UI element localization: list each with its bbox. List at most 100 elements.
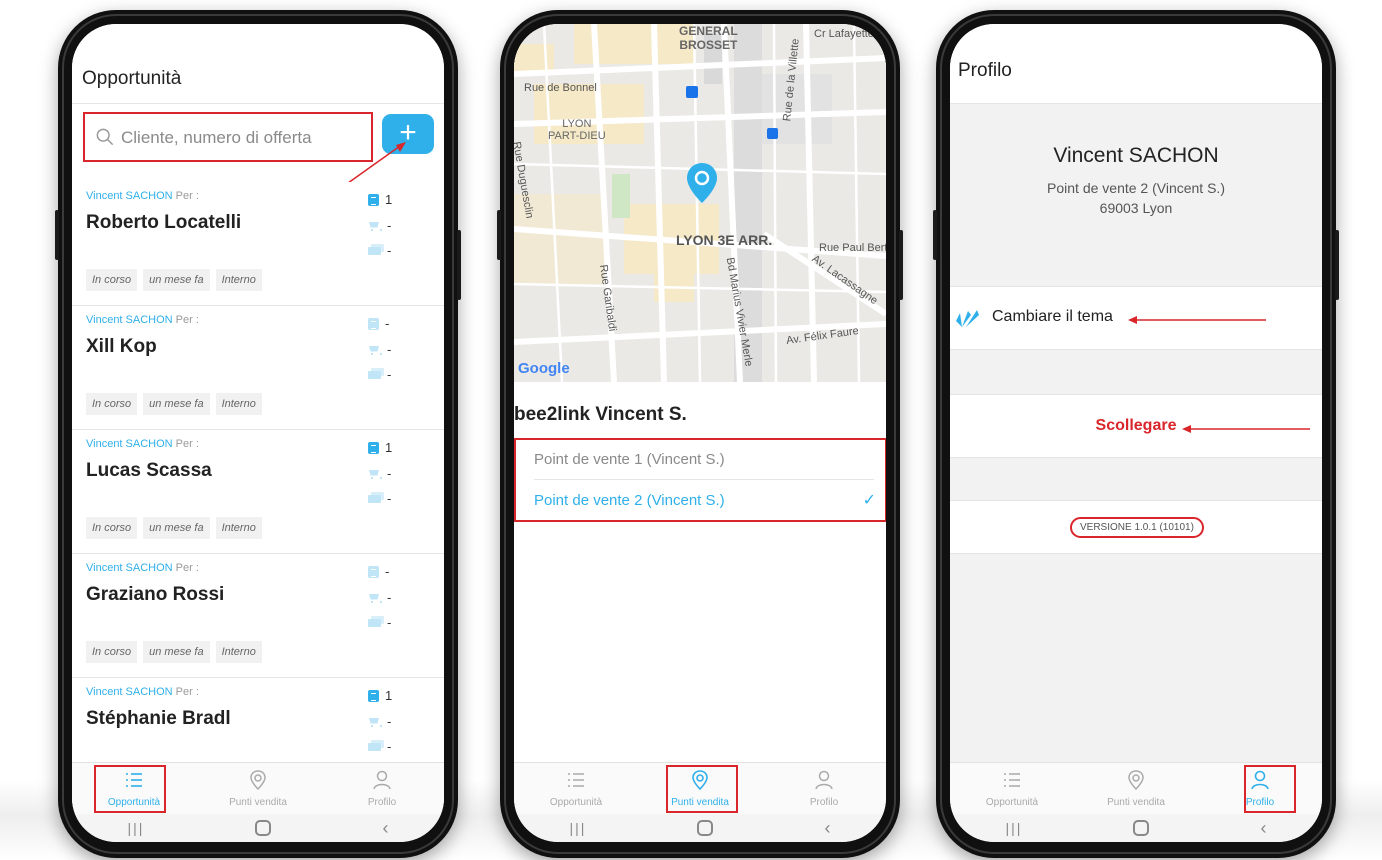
recent-apps-icon[interactable]: ||| bbox=[128, 820, 145, 836]
phone-profile: Profilo Vincent SACHON Point de vente 2 … bbox=[933, 10, 1339, 858]
offer-icon bbox=[368, 689, 379, 702]
offers-count: 1 bbox=[368, 688, 392, 703]
highlight-box bbox=[1244, 765, 1296, 813]
type-tag: Interno bbox=[215, 517, 262, 539]
map-label: Cr Lafayette bbox=[814, 28, 874, 40]
search-box[interactable] bbox=[83, 112, 373, 162]
point-of-sale-item[interactable]: Point de vente 1 (Vincent S.) bbox=[534, 440, 874, 480]
cart-icon bbox=[368, 717, 382, 727]
orders-count: - bbox=[368, 218, 391, 233]
location-pin-icon[interactable] bbox=[685, 162, 719, 204]
page-title: Profilo bbox=[958, 60, 1012, 81]
location-icon bbox=[1128, 770, 1144, 791]
system-navbar: ||| ‹ bbox=[950, 814, 1322, 842]
opportunity-item[interactable]: Vincent SACHON Per : Graziano Rossi - - … bbox=[72, 554, 444, 678]
nav-opportunities[interactable]: Opportunità bbox=[514, 763, 638, 814]
list-icon bbox=[1004, 773, 1020, 787]
point-of-sale-item-selected[interactable]: Point de vente 2 (Vincent S.) ✓ bbox=[534, 481, 876, 521]
volume-button bbox=[933, 210, 937, 260]
store-name: bee2link Vincent S. bbox=[514, 404, 687, 425]
orders-count: - bbox=[368, 466, 391, 481]
theme-icon bbox=[956, 310, 979, 327]
offers-count: - bbox=[368, 564, 389, 579]
date-tag: un mese fa bbox=[143, 393, 210, 415]
nav-label: Opportunità bbox=[985, 797, 1039, 808]
home-icon[interactable] bbox=[1133, 820, 1150, 836]
version-badge: VERSIONE 1.0.1 (10101) bbox=[1070, 517, 1204, 538]
cart-icon bbox=[368, 593, 382, 603]
power-button bbox=[457, 230, 461, 300]
stack-icon bbox=[368, 618, 381, 627]
orders-count: - bbox=[368, 714, 391, 729]
power-button bbox=[899, 230, 903, 300]
annotation-arrow bbox=[1128, 316, 1266, 324]
user-name: Vincent SACHON bbox=[1053, 144, 1219, 167]
opportunity-name: Xill Kop bbox=[86, 336, 157, 357]
user-icon bbox=[815, 770, 833, 790]
change-theme-row[interactable]: Cambiare il tema bbox=[950, 286, 1322, 350]
nav-stores[interactable]: Punti vendita bbox=[196, 763, 320, 814]
cart-icon bbox=[368, 345, 382, 355]
status-tag: In corso bbox=[86, 517, 138, 539]
orders-count: - bbox=[368, 590, 391, 605]
volume-button bbox=[497, 210, 501, 260]
nav-profile[interactable]: Profilo bbox=[762, 763, 886, 814]
other-count: - bbox=[368, 739, 391, 754]
offers-count: - bbox=[368, 316, 389, 331]
add-opportunity-button[interactable]: + bbox=[382, 114, 434, 154]
recent-apps-icon[interactable]: ||| bbox=[570, 820, 587, 836]
cart-icon bbox=[368, 469, 382, 479]
map-view[interactable]: GENERAL BROSSET Cr Lafayette Rue de Bonn… bbox=[514, 24, 886, 382]
stack-icon bbox=[368, 494, 381, 503]
change-theme-label: Cambiare il tema bbox=[992, 308, 1113, 325]
opportunity-owner: Vincent SACHON Per : bbox=[86, 190, 199, 202]
map-label: GENERAL BROSSET bbox=[679, 24, 738, 52]
other-count: - bbox=[368, 243, 391, 258]
system-navbar: ||| ‹ bbox=[72, 814, 444, 842]
opportunity-name: Lucas Scassa bbox=[86, 460, 212, 481]
back-icon[interactable]: ‹ bbox=[1260, 818, 1266, 839]
opportunity-item[interactable]: Vincent SACHON Per : Lucas Scassa 1 - - … bbox=[72, 430, 444, 554]
screen-profile: Profilo Vincent SACHON Point de vente 2 … bbox=[950, 24, 1322, 842]
opportunity-name: Stéphanie Bradl bbox=[86, 708, 231, 729]
check-icon: ✓ bbox=[862, 492, 876, 509]
bottom-nav: Opportunità Punti vendita Profilo bbox=[950, 762, 1322, 814]
map-label: LYON 3E ARR. bbox=[676, 232, 773, 248]
system-navbar: ||| ‹ bbox=[514, 814, 886, 842]
nav-stores[interactable]: Punti vendita bbox=[1074, 763, 1198, 814]
nav-opportunities[interactable]: Opportunità bbox=[950, 763, 1074, 814]
nav-label: Profilo bbox=[367, 797, 397, 808]
date-tag: un mese fa bbox=[143, 269, 210, 291]
recent-apps-icon[interactable]: ||| bbox=[1006, 820, 1023, 836]
screen-opportunities: Opportunità + Vincent SACHON Per : Rober… bbox=[72, 24, 444, 842]
opportunity-owner: Vincent SACHON Per : bbox=[86, 314, 199, 326]
opportunity-item[interactable]: Vincent SACHON Per : Xill Kop - - - In c… bbox=[72, 306, 444, 430]
transit-icon bbox=[767, 128, 778, 139]
map-label: LYON PART-DIEU bbox=[548, 118, 606, 142]
status-tag: In corso bbox=[86, 393, 138, 415]
offer-icon bbox=[368, 193, 379, 206]
offer-icon bbox=[368, 565, 379, 578]
tag-list: In corso un mese fa Interno bbox=[86, 641, 262, 663]
nav-profile[interactable]: Profilo bbox=[320, 763, 444, 814]
version-row: VERSIONE 1.0.1 (10101) bbox=[950, 500, 1322, 554]
opportunity-item[interactable]: Vincent SACHON Per : Roberto Locatelli 1… bbox=[72, 182, 444, 306]
status-tag: In corso bbox=[86, 641, 138, 663]
offers-count: 1 bbox=[368, 440, 392, 455]
back-icon[interactable]: ‹ bbox=[824, 818, 830, 839]
header: Profilo bbox=[950, 24, 1322, 104]
logout-row[interactable]: Scollegare bbox=[950, 394, 1322, 458]
nav-label: Profilo bbox=[809, 797, 839, 808]
opportunity-owner: Vincent SACHON Per : bbox=[86, 686, 199, 698]
nav-label: Punti vendita bbox=[229, 797, 287, 808]
highlight-box bbox=[666, 765, 738, 813]
search-input[interactable] bbox=[121, 126, 361, 150]
home-icon[interactable] bbox=[255, 820, 272, 836]
nav-label: Punti vendita bbox=[1107, 797, 1165, 808]
opportunity-name: Graziano Rossi bbox=[86, 584, 225, 605]
user-icon bbox=[373, 770, 391, 790]
tag-list: In corso un mese fa Interno bbox=[86, 393, 262, 415]
back-icon[interactable]: ‹ bbox=[382, 818, 388, 839]
home-icon[interactable] bbox=[697, 820, 714, 836]
date-tag: un mese fa bbox=[143, 517, 210, 539]
